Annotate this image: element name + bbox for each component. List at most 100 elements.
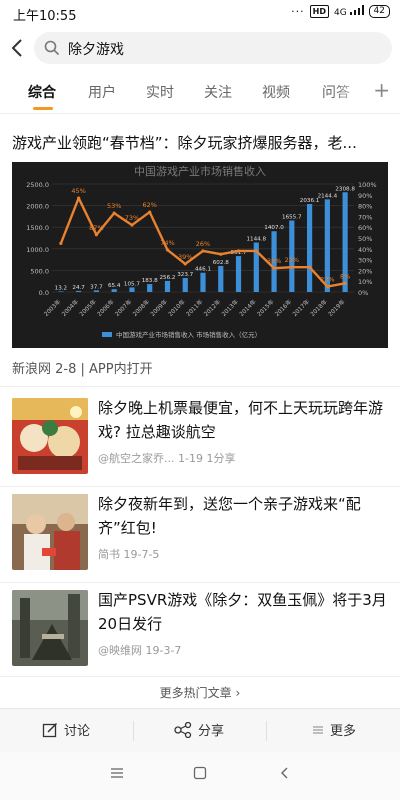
list-item[interactable]: 除夕夜新年到，送您一个亲子游戏来“配齐”红包! 简书 19-7-5: [0, 488, 400, 586]
growth-label: 23%: [320, 276, 334, 284]
y2-tick-label: 60%: [358, 224, 372, 232]
x-tick-label: 2018年: [309, 298, 329, 318]
y2-tick-label: 30%: [358, 257, 372, 265]
more-button[interactable]: 更多: [312, 720, 356, 739]
growth-label: 62%: [142, 201, 156, 209]
bar-value-label: 37.7: [90, 284, 103, 290]
menu-icon: [313, 725, 323, 734]
chevron-right-icon: ›: [235, 686, 241, 700]
growth-label: 45%: [71, 187, 85, 195]
featured-meta: 新浪网 2-8 | APP内打开: [12, 362, 153, 377]
y-tick-label: 2000.0: [26, 203, 49, 211]
y2-tick-label: 90%: [358, 192, 372, 200]
y2-tick-label: 80%: [358, 203, 372, 211]
growth-label: 87%: [89, 224, 103, 232]
back-button[interactable]: [6, 34, 30, 62]
article-thumbnail: [12, 494, 88, 570]
bar: [182, 278, 188, 292]
article-meta: @航空之家乔... 1-19 1分享: [98, 452, 236, 465]
comment-label: 讨论: [64, 724, 91, 739]
growth-label: 73%: [125, 214, 139, 222]
article-meta: 简书 19-7-5: [98, 548, 160, 561]
share-button[interactable]: 分享: [174, 720, 224, 739]
list-item[interactable]: 国产PSVR游戏《除夕：双鱼玉佩》将于3月20日发行 @映维网 19-3-7: [0, 584, 400, 682]
x-tick-label: 2010年: [166, 298, 186, 318]
line-point: [59, 241, 63, 245]
separator: [133, 721, 134, 741]
bar-value-label: 2308.8: [335, 186, 355, 192]
back-nav-icon[interactable]: [278, 766, 292, 780]
line-point: [254, 249, 258, 253]
line-point: [148, 210, 152, 214]
bar-value-label: 602.8: [213, 260, 229, 266]
y2-tick-label: 50%: [358, 235, 372, 243]
tab-realtime[interactable]: 实时: [146, 82, 174, 102]
more-articles-link[interactable]: 更多热门文章 ›: [0, 684, 400, 701]
legend-swatch: [102, 332, 112, 337]
tab-all[interactable]: 综合: [28, 82, 56, 102]
add-tab-icon[interactable]: +: [373, 78, 390, 102]
tab-following[interactable]: 关注: [204, 82, 232, 102]
bar-value-label: 446.1: [195, 267, 211, 273]
share-label: 分享: [198, 724, 225, 739]
chart-title: 中国游戏产业市场销售收入: [134, 164, 266, 178]
y-tick-label: 500.0: [30, 267, 49, 275]
list-item[interactable]: 除夕晚上机票最便宜，何不上天玩玩跨年游戏? 拉总趣谈航空 @航空之家乔... 1…: [0, 392, 400, 490]
y2-tick-label: 20%: [358, 267, 372, 275]
legend-label: 中国游戏产业市场销售收入 市场销售收入（亿元）: [116, 330, 261, 339]
status-dots: ···: [291, 5, 305, 18]
line-point: [165, 248, 170, 252]
divider: [0, 486, 400, 487]
x-tick-label: 2012年: [202, 298, 222, 318]
separator: [266, 721, 267, 741]
home-icon[interactable]: [193, 766, 207, 780]
line-point: [219, 252, 223, 256]
status-time: 上午10:55: [13, 9, 77, 24]
bar: [93, 290, 100, 292]
bar-value-label: 256.2: [159, 275, 175, 281]
x-tick-label: 2006年: [95, 298, 115, 318]
article-thumbnail: [12, 398, 88, 474]
search-header: 除夕游戏: [0, 30, 400, 66]
x-tick-label: 2017年: [291, 298, 311, 318]
bar: [111, 289, 117, 292]
category-tabs: 综合 用户 实时 关注 视频 问答 +: [0, 74, 400, 114]
growth-label: 8%: [340, 272, 350, 280]
comment-button[interactable]: 讨论: [42, 720, 90, 739]
growth-label: 39%: [178, 253, 192, 261]
bar-value-label: 13.2: [55, 285, 67, 291]
bar: [218, 265, 224, 292]
y2-tick-label: 10%: [358, 278, 372, 286]
bar: [200, 272, 206, 292]
featured-chart-image[interactable]: 中国游戏产业市场销售收入 0.0 500.0 1000.0 1500.0 2000.0 25…: [12, 162, 388, 348]
line-point: [130, 223, 134, 227]
growth-label: 26%: [196, 240, 210, 248]
growth-label: 38%: [267, 257, 281, 265]
system-nav-bar: [0, 752, 400, 800]
bar: [147, 284, 153, 292]
more-articles-label: 更多热门文章: [159, 686, 232, 700]
search-input[interactable]: 除夕游戏: [34, 32, 392, 64]
tab-users[interactable]: 用户: [88, 82, 116, 102]
y-tick-label: 1000.0: [26, 246, 49, 254]
x-tick-label: 2016年: [273, 298, 293, 318]
y-tick-label: 1500.0: [26, 224, 49, 232]
line-point: [183, 262, 187, 266]
signal-icon: 4G: [334, 5, 364, 18]
bar-value-label: 24.7: [72, 285, 85, 291]
article-meta: @映维网 19-3-7: [98, 644, 182, 657]
recents-icon[interactable]: [110, 766, 124, 780]
x-tick-label: 2014年: [238, 298, 258, 318]
active-tab-indicator: [33, 107, 53, 110]
line-point: [201, 249, 205, 253]
line-point: [77, 196, 81, 200]
y2-tick-label: 100%: [358, 181, 377, 189]
tab-video[interactable]: 视频: [262, 82, 290, 102]
line-point: [343, 281, 347, 285]
line-point: [307, 265, 312, 269]
search-query: 除夕游戏: [68, 42, 124, 58]
featured-title[interactable]: 游戏产业领跑“春节档”：除夕玩家挤爆服务器，老...: [12, 132, 392, 153]
bar: [58, 291, 64, 292]
x-tick-label: 2011年: [184, 298, 204, 318]
line-point: [94, 233, 99, 237]
